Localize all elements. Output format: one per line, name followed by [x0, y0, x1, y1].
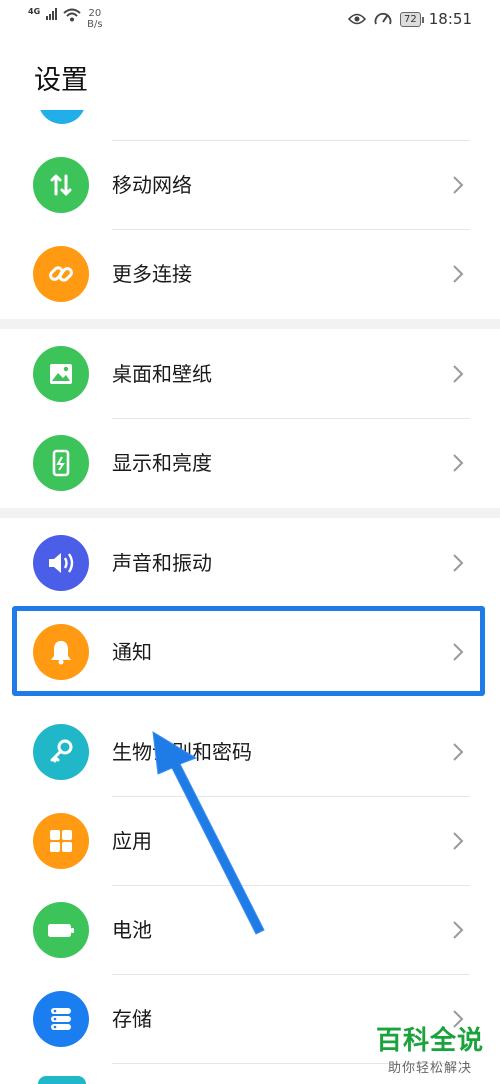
watermark-main: 百科全说: [375, 1026, 484, 1056]
watermark-sub: 助你轻松解决: [387, 1061, 472, 1076]
annotation-arrow: [152, 731, 265, 935]
watermark: 百科全说 助你轻松解决: [376, 1020, 484, 1076]
